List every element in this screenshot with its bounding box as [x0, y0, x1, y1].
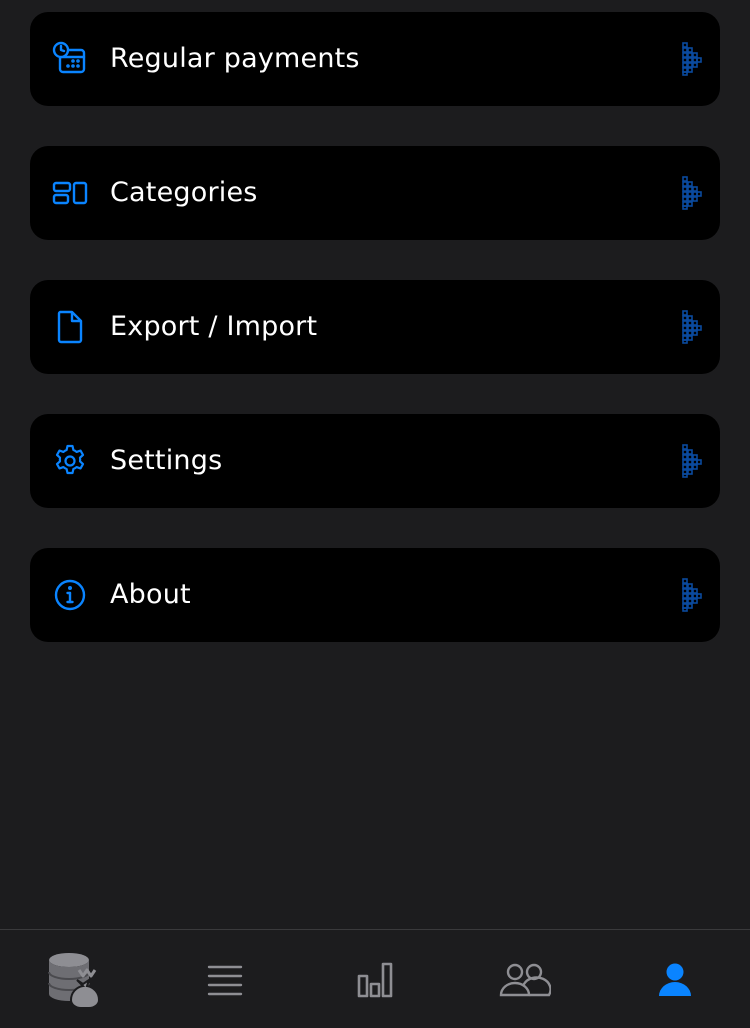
app-screen: Regular payments Categories Export / Imp… — [0, 0, 750, 1028]
tab-transactions[interactable] — [150, 930, 300, 1028]
menu-item-label: Categories — [110, 177, 258, 208]
menu-item-label: About — [110, 579, 191, 610]
tab-bar — [0, 929, 750, 1028]
list-icon — [207, 964, 243, 996]
bar-chart-icon — [357, 962, 393, 998]
menu-item-label: Export / Import — [110, 311, 318, 342]
menu-item-settings[interactable]: Settings — [30, 414, 720, 508]
menu-item-export-import[interactable]: Export / Import — [30, 280, 720, 374]
money-bag-icon — [47, 950, 103, 1010]
chevron-right-icon — [682, 310, 702, 344]
calendar-clock-icon — [52, 41, 88, 77]
tab-statistics[interactable] — [300, 930, 450, 1028]
menu-item-categories[interactable]: Categories — [30, 146, 720, 240]
menu-list: Regular payments Categories Export / Imp… — [30, 12, 720, 682]
tab-people[interactable] — [450, 930, 600, 1028]
tab-profile[interactable] — [600, 930, 750, 1028]
info-icon — [52, 577, 88, 613]
chevron-right-icon — [682, 578, 702, 612]
chevron-right-icon — [682, 176, 702, 210]
tab-wallet[interactable] — [0, 930, 150, 1028]
gear-icon — [52, 443, 88, 479]
chevron-right-icon — [682, 42, 702, 76]
menu-item-label: Regular payments — [110, 43, 360, 74]
people-icon — [499, 962, 551, 998]
menu-item-regular-payments[interactable]: Regular payments — [30, 12, 720, 106]
person-icon — [657, 962, 693, 998]
menu-item-label: Settings — [110, 445, 223, 476]
menu-item-about[interactable]: About — [30, 548, 720, 642]
categories-icon — [52, 175, 88, 211]
document-icon — [52, 309, 88, 345]
chevron-right-icon — [682, 444, 702, 478]
